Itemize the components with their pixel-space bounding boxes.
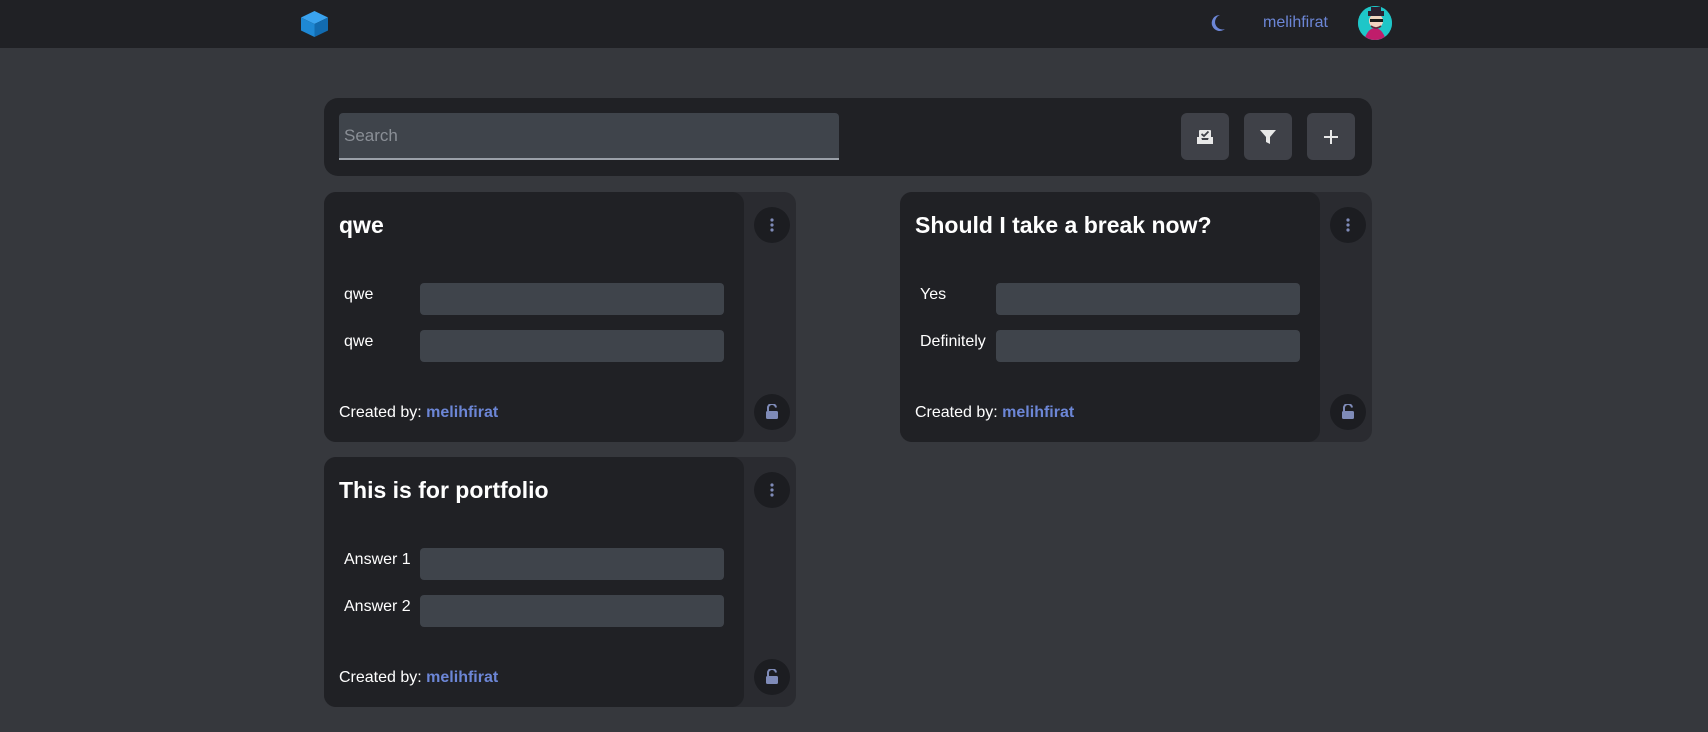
add-poll-button[interactable] bbox=[1307, 113, 1355, 160]
filter-icon bbox=[1260, 129, 1276, 144]
created-by-label: Created by: bbox=[339, 669, 422, 686]
unlock-icon bbox=[766, 404, 778, 419]
poll-menu-button[interactable] bbox=[754, 207, 790, 243]
poll-option-bar[interactable] bbox=[996, 283, 1300, 315]
poll-toolbar bbox=[324, 98, 1372, 176]
moon-icon[interactable] bbox=[1209, 13, 1227, 33]
poll-card: Should I take a break now? Yes Definitel… bbox=[900, 192, 1372, 442]
poll-option-label: Answer 1 bbox=[344, 551, 411, 568]
more-vertical-icon bbox=[1346, 218, 1350, 232]
poll-title: qwe bbox=[339, 212, 384, 238]
inbox-check-icon bbox=[1197, 129, 1213, 144]
poll-option-label: Yes bbox=[920, 286, 947, 303]
poll-option-label: Answer 2 bbox=[344, 598, 411, 615]
avatar[interactable] bbox=[1358, 6, 1392, 40]
poll-option-bar[interactable] bbox=[420, 548, 724, 580]
created-by-label: Created by: bbox=[339, 404, 422, 421]
poll-option-label: qwe bbox=[344, 286, 374, 303]
plus-icon bbox=[1324, 129, 1338, 144]
search-input[interactable] bbox=[339, 113, 839, 160]
cube-icon[interactable] bbox=[300, 10, 329, 38]
poll-lock-button[interactable] bbox=[754, 394, 790, 430]
author-link[interactable]: melihfirat bbox=[426, 669, 498, 686]
author-link[interactable]: melihfirat bbox=[426, 404, 498, 421]
poll-card-body: This is for portfolio Answer 1 Answer 2 … bbox=[324, 457, 744, 707]
poll-title: Should I take a break now? bbox=[915, 212, 1212, 238]
top-navbar: melihfirat bbox=[0, 0, 1708, 48]
my-votes-button[interactable] bbox=[1181, 113, 1229, 160]
poll-lock-button[interactable] bbox=[754, 659, 790, 695]
poll-option-bar[interactable] bbox=[420, 330, 724, 362]
created-by: Created by: melihfirat bbox=[339, 669, 498, 687]
poll-option-label: qwe bbox=[344, 333, 374, 350]
poll-card: This is for portfolio Answer 1 Answer 2 … bbox=[324, 457, 796, 707]
poll-option-bar[interactable] bbox=[420, 595, 724, 627]
poll-option-bar[interactable] bbox=[420, 283, 724, 315]
more-vertical-icon bbox=[770, 483, 774, 497]
poll-card-body: Should I take a break now? Yes Definitel… bbox=[900, 192, 1320, 442]
unlock-icon bbox=[766, 669, 778, 684]
created-by-label: Created by: bbox=[915, 404, 998, 421]
poll-title: This is for portfolio bbox=[339, 477, 549, 503]
poll-menu-button[interactable] bbox=[1330, 207, 1366, 243]
poll-option-bar[interactable] bbox=[996, 330, 1300, 362]
author-link[interactable]: melihfirat bbox=[1002, 404, 1074, 421]
poll-card: qwe qwe qwe Created by: melihfirat bbox=[324, 192, 796, 442]
username-link[interactable]: melihfirat bbox=[1263, 14, 1328, 32]
poll-menu-button[interactable] bbox=[754, 472, 790, 508]
more-vertical-icon bbox=[770, 218, 774, 232]
filter-button[interactable] bbox=[1244, 113, 1292, 160]
poll-card-body: qwe qwe qwe Created by: melihfirat bbox=[324, 192, 744, 442]
created-by: Created by: melihfirat bbox=[915, 404, 1074, 422]
unlock-icon bbox=[1342, 404, 1354, 419]
created-by: Created by: melihfirat bbox=[339, 404, 498, 422]
poll-lock-button[interactable] bbox=[1330, 394, 1366, 430]
poll-option-label: Definitely bbox=[920, 333, 986, 350]
